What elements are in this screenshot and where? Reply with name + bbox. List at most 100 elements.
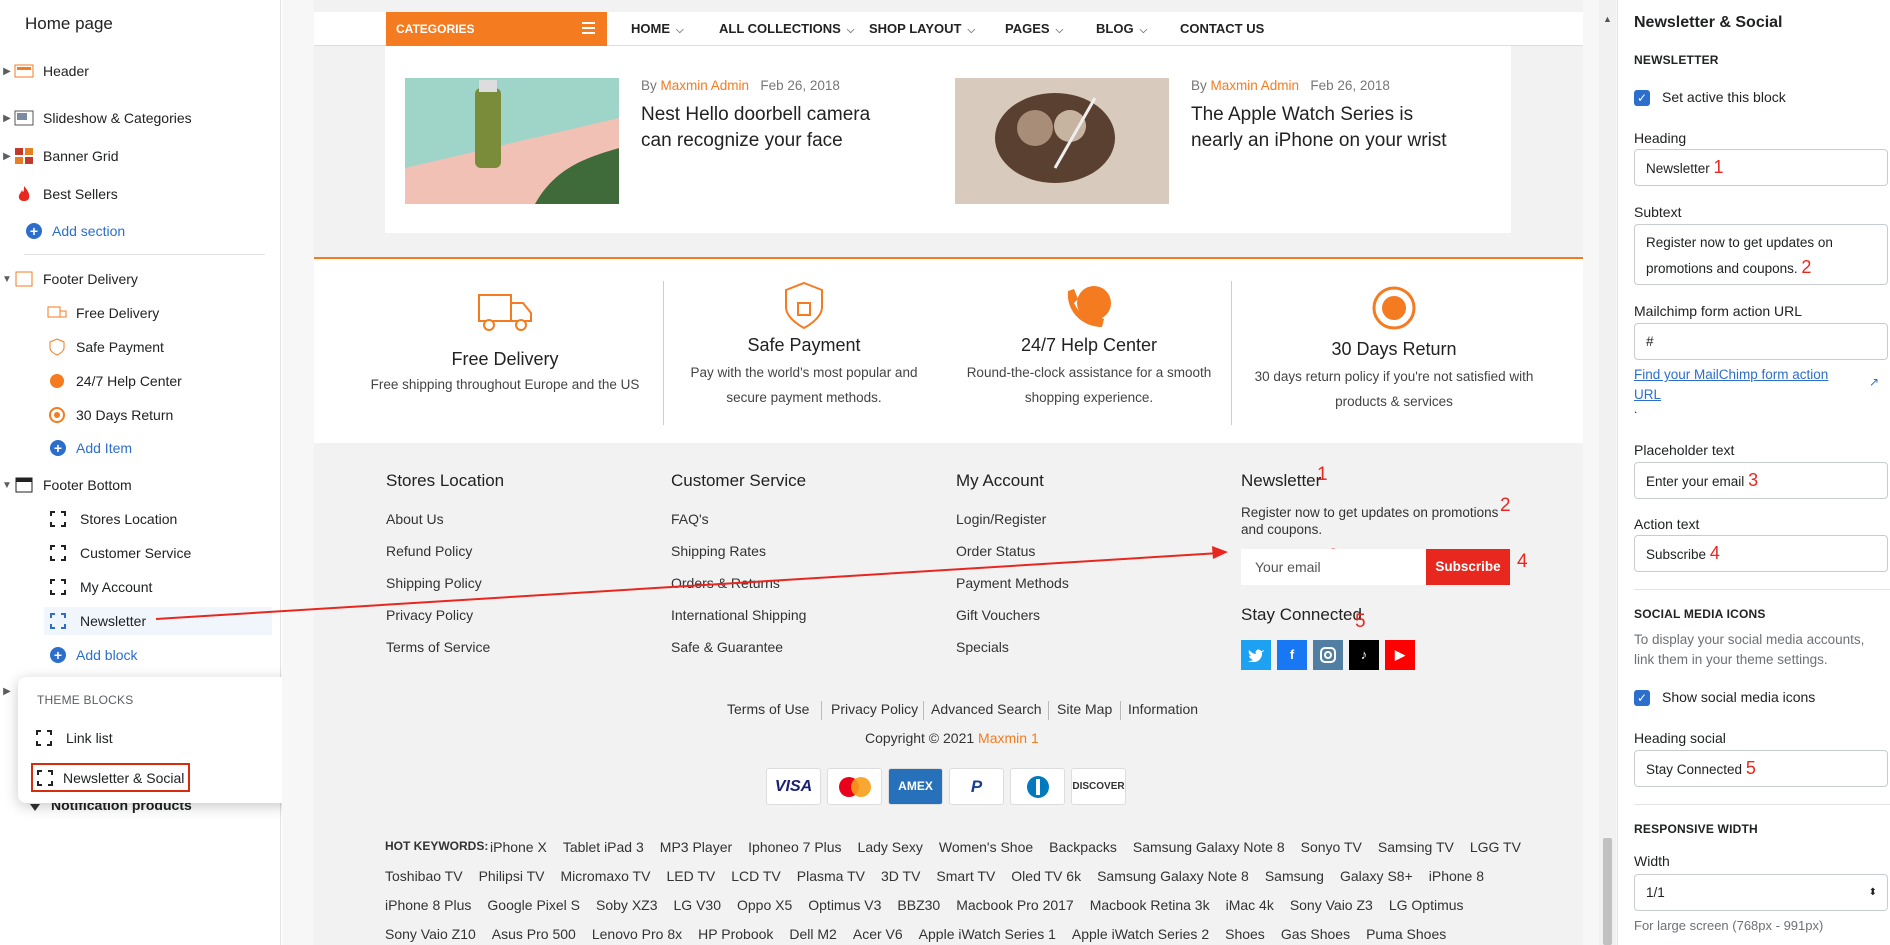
hot-keyword-link[interactable]: Micromaxo TV bbox=[560, 868, 650, 884]
footer-link[interactable]: Order Status bbox=[956, 543, 1035, 559]
hot-keyword-link[interactable]: LGG TV bbox=[1470, 839, 1521, 855]
hot-keyword-link[interactable]: Asus Pro 500 bbox=[492, 926, 576, 942]
hot-keyword-link[interactable]: iPhone 8 bbox=[1429, 868, 1484, 884]
bottom-link[interactable]: Information bbox=[1128, 701, 1198, 717]
caret-right-icon[interactable]: ▶ bbox=[0, 66, 14, 77]
hot-keyword-link[interactable]: Women's Shoe bbox=[939, 839, 1033, 855]
action-text-input[interactable]: Subscribe 4 bbox=[1634, 535, 1888, 572]
tiktok-icon[interactable]: ♪ bbox=[1349, 640, 1379, 670]
section-banner-grid[interactable]: ▶ Banner Grid bbox=[0, 142, 118, 170]
youtube-icon[interactable]: ▶ bbox=[1385, 640, 1415, 670]
heading-input[interactable]: Newsletter 1 bbox=[1634, 149, 1888, 186]
width-select[interactable]: 1/1 ⬍ bbox=[1634, 874, 1888, 911]
add-block-button[interactable]: + Add block bbox=[50, 641, 137, 669]
twitter-icon[interactable] bbox=[1241, 640, 1271, 670]
caret-right-icon[interactable]: ▶ bbox=[0, 151, 14, 162]
hot-keyword-link[interactable]: Oppo X5 bbox=[737, 897, 792, 913]
post-image[interactable] bbox=[405, 78, 619, 204]
hot-keyword-link[interactable]: Apple iWatch Series 2 bbox=[1072, 926, 1209, 942]
bottom-link[interactable]: Privacy Policy bbox=[831, 701, 918, 717]
hot-keyword-link[interactable]: LG Optimus bbox=[1389, 897, 1464, 913]
footer-link[interactable]: Specials bbox=[956, 639, 1009, 655]
footer-link[interactable]: Shipping Policy bbox=[386, 575, 482, 591]
hot-keyword-link[interactable]: Samsung Galaxy Note 8 bbox=[1097, 868, 1249, 884]
hot-keyword-link[interactable]: LG V30 bbox=[674, 897, 721, 913]
checkbox-checked-icon[interactable]: ✓ bbox=[1634, 90, 1650, 107]
block-newsletter[interactable]: Newsletter bbox=[44, 607, 272, 635]
hot-keyword-link[interactable]: Dell M2 bbox=[789, 926, 836, 942]
footer-link[interactable]: About Us bbox=[386, 511, 444, 527]
footer-link[interactable]: Terms of Service bbox=[386, 639, 490, 655]
post-title[interactable]: The Apple Watch Series is nearly an iPho… bbox=[1191, 102, 1461, 154]
caret-right-icon[interactable]: ▶ bbox=[0, 686, 14, 697]
hot-keyword-link[interactable]: Lenovo Pro 8x bbox=[592, 926, 682, 942]
hot-keyword-link[interactable]: Sony Vaio Z10 bbox=[385, 926, 476, 942]
subscribe-button[interactable]: Subscribe bbox=[1426, 549, 1510, 585]
hot-keyword-link[interactable]: Sony Vaio Z3 bbox=[1290, 897, 1373, 913]
external-link-icon[interactable]: ↗ bbox=[1869, 375, 1879, 389]
hot-keyword-link[interactable]: iPhone X bbox=[490, 839, 547, 855]
hot-keyword-link[interactable]: Sonyo TV bbox=[1301, 839, 1362, 855]
block-safe-payment[interactable]: Safe Payment bbox=[47, 333, 164, 361]
add-section-button[interactable]: + Add section bbox=[26, 217, 125, 245]
nav-pages[interactable]: PAGES ⌵ bbox=[1005, 12, 1063, 46]
hot-keyword-link[interactable]: Oled TV 6k bbox=[1011, 868, 1081, 884]
hot-keyword-link[interactable]: LED TV bbox=[666, 868, 715, 884]
hot-keyword-link[interactable]: Apple iWatch Series 1 bbox=[919, 926, 1056, 942]
checkbox-checked-icon[interactable]: ✓ bbox=[1634, 690, 1650, 707]
hot-keyword-link[interactable]: BBZ30 bbox=[897, 897, 940, 913]
footer-link[interactable]: Privacy Policy bbox=[386, 607, 473, 623]
post-image[interactable] bbox=[955, 78, 1169, 204]
heading-social-input[interactable]: Stay Connected 5 bbox=[1634, 750, 1888, 787]
collapsed-section-caret[interactable]: ▶ bbox=[0, 677, 14, 705]
block-free-delivery[interactable]: Free Delivery bbox=[47, 299, 159, 327]
hot-keyword-link[interactable]: Optimus V3 bbox=[808, 897, 881, 913]
nav-all-collections[interactable]: ALL COLLECTIONS ⌵ bbox=[719, 12, 854, 46]
post-author[interactable]: Maxmin Admin bbox=[1211, 78, 1300, 93]
show-social-checkbox[interactable]: ✓ Show social media icons bbox=[1634, 689, 1815, 707]
caret-down-icon[interactable]: ▼ bbox=[0, 274, 14, 285]
hot-keyword-link[interactable]: Gas Shoes bbox=[1281, 926, 1350, 942]
hot-keyword-link[interactable]: iMac 4k bbox=[1226, 897, 1274, 913]
bottom-link[interactable]: Advanced Search bbox=[931, 701, 1042, 717]
footer-link[interactable]: Shipping Rates bbox=[671, 543, 766, 559]
hot-keyword-link[interactable]: Samsung bbox=[1265, 868, 1324, 884]
scroll-up-icon[interactable]: ▲ bbox=[1603, 14, 1612, 24]
hot-keyword-link[interactable]: Backpacks bbox=[1049, 839, 1117, 855]
nav-blog[interactable]: BLOG ⌵ bbox=[1096, 12, 1147, 46]
hot-keyword-link[interactable]: Plasma TV bbox=[797, 868, 865, 884]
hot-keyword-link[interactable]: Puma Shoes bbox=[1366, 926, 1446, 942]
hot-keyword-link[interactable]: HP Probook bbox=[698, 926, 773, 942]
footer-link[interactable]: International Shipping bbox=[671, 607, 806, 623]
hot-keyword-link[interactable]: Macbook Pro 2017 bbox=[956, 897, 1074, 913]
preview-scrollbar[interactable]: ▲ bbox=[1599, 0, 1616, 945]
placeholder-input[interactable]: Enter your email 3 bbox=[1634, 462, 1888, 499]
block-stores-location[interactable]: Stores Location bbox=[50, 505, 177, 533]
set-active-checkbox[interactable]: ✓ Set active this block bbox=[1634, 89, 1786, 107]
hot-keyword-link[interactable]: Soby XZ3 bbox=[596, 897, 657, 913]
footer-link[interactable]: Login/Register bbox=[956, 511, 1046, 527]
hot-keyword-link[interactable]: Lady Sexy bbox=[858, 839, 923, 855]
instagram-icon[interactable] bbox=[1313, 640, 1343, 670]
section-best-sellers[interactable]: Best Sellers bbox=[14, 180, 118, 208]
nav-shop-layout[interactable]: SHOP LAYOUT ⌵ bbox=[869, 12, 975, 46]
footer-link[interactable]: Payment Methods bbox=[956, 575, 1069, 591]
nav-home[interactable]: HOME ⌵ bbox=[631, 12, 684, 46]
hot-keyword-link[interactable]: Philipsi TV bbox=[479, 868, 545, 884]
hot-keyword-link[interactable]: MP3 Player bbox=[660, 839, 732, 855]
add-item-button[interactable]: + Add Item bbox=[50, 434, 132, 462]
hot-keyword-link[interactable]: Samsung Galaxy Note 8 bbox=[1133, 839, 1285, 855]
popover-item-link-list[interactable]: Link list bbox=[36, 726, 113, 750]
post-title[interactable]: Nest Hello doorbell camera can recognize… bbox=[641, 102, 901, 154]
hot-keyword-link[interactable]: Google Pixel S bbox=[487, 897, 580, 913]
nav-contact-us[interactable]: CONTACT US bbox=[1180, 12, 1264, 46]
scrollbar-thumb[interactable] bbox=[1603, 838, 1612, 945]
footer-link[interactable]: Gift Vouchers bbox=[956, 607, 1040, 623]
hot-keyword-link[interactable]: Macbook Retina 3k bbox=[1090, 897, 1210, 913]
hot-keyword-link[interactable]: Acer V6 bbox=[853, 926, 903, 942]
footer-link[interactable]: FAQ's bbox=[671, 511, 709, 527]
mailchimp-input[interactable]: # bbox=[1634, 323, 1888, 360]
block-customer-service[interactable]: Customer Service bbox=[50, 539, 191, 567]
categories-button[interactable]: CATEGORIES bbox=[386, 12, 607, 46]
hot-keyword-link[interactable]: Shoes bbox=[1225, 926, 1265, 942]
